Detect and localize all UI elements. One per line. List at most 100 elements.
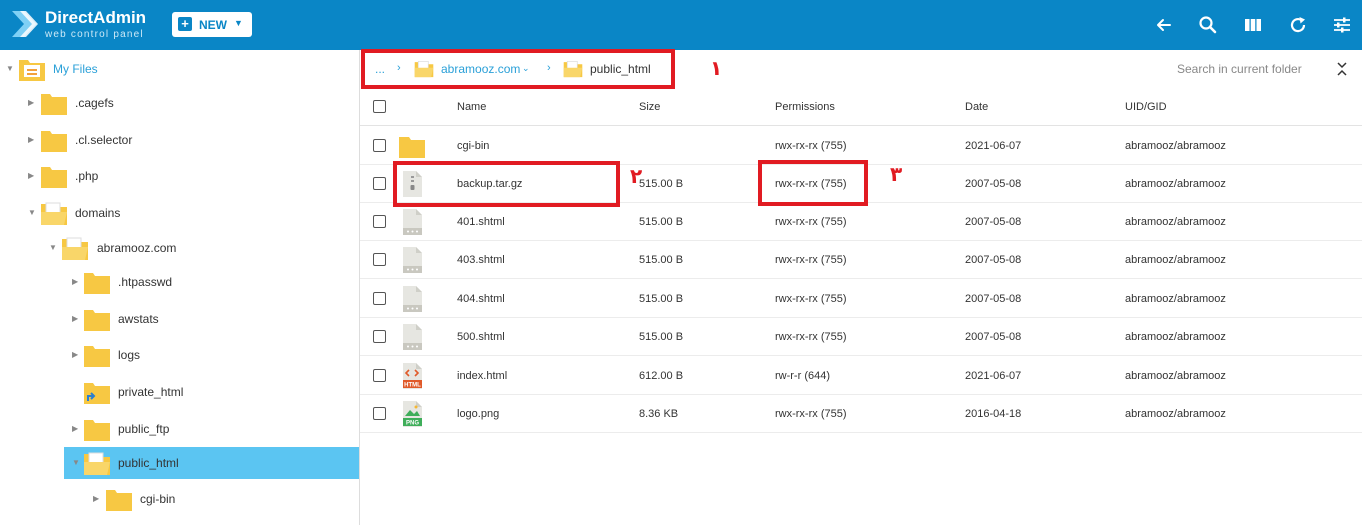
- tree-label: domains: [75, 206, 121, 220]
- annotation-number-3: ٣: [890, 164, 903, 186]
- row-checkbox[interactable]: [373, 177, 386, 190]
- open-folder-icon: [84, 452, 110, 475]
- column-header-date[interactable]: Date: [965, 101, 988, 113]
- file-permissions[interactable]: rwx-rx-rx (755): [775, 408, 847, 420]
- tree-item-php[interactable]: ▶ .php: [0, 159, 359, 193]
- file-permissions[interactable]: rwx-rx-rx (755): [775, 140, 847, 152]
- row-checkbox[interactable]: [373, 139, 386, 152]
- file-name: logo.png: [457, 408, 500, 420]
- row-checkbox[interactable]: [373, 292, 386, 305]
- file-owner: abramooz/abramooz: [1125, 293, 1226, 305]
- expanded-caret-icon[interactable]: ▼: [6, 64, 14, 73]
- search-icon[interactable]: [1197, 14, 1219, 36]
- row-checkbox[interactable]: [373, 369, 386, 382]
- tree-item-public-html[interactable]: ▼ public_html: [64, 447, 359, 479]
- table-row[interactable]: 403.shtml 515.00 B rwx-rx-rx (755) 2007-…: [360, 241, 1362, 279]
- column-header-uid-gid[interactable]: UID/GID: [1125, 101, 1167, 113]
- collapsed-caret-icon[interactable]: ▶: [72, 314, 78, 323]
- collapsed-caret-icon[interactable]: ▶: [93, 494, 99, 503]
- generic-file-icon: [403, 209, 422, 235]
- tree-item-public-ftp[interactable]: ▶ public_ftp: [0, 412, 359, 446]
- refresh-icon[interactable]: [1287, 14, 1309, 36]
- tree-label: private_html: [118, 385, 184, 399]
- generic-file-icon: [403, 286, 422, 312]
- back-arrow-icon[interactable]: [1153, 14, 1175, 36]
- search-input[interactable]: Search in current folder: [1177, 62, 1302, 76]
- file-owner: abramooz/abramooz: [1125, 331, 1226, 343]
- tree-item-cagefs[interactable]: ▶ .cagefs: [0, 86, 359, 120]
- row-checkbox[interactable]: [373, 330, 386, 343]
- generic-file-icon: [403, 247, 422, 273]
- file-name: index.html: [457, 370, 508, 382]
- open-folder-icon: [62, 237, 88, 260]
- row-checkbox[interactable]: [373, 215, 386, 228]
- file-permissions[interactable]: rwx-rx-rx (755): [775, 254, 847, 266]
- tree-item-htpasswd[interactable]: ▶ .htpasswd: [0, 265, 359, 299]
- file-name: 401.shtml: [457, 216, 505, 228]
- file-name: cgi-bin: [457, 140, 490, 152]
- collapsed-caret-icon[interactable]: ▶: [28, 98, 34, 107]
- file-size: 515.00 B: [639, 216, 684, 228]
- new-button[interactable]: + NEW ▼: [172, 12, 252, 37]
- expanded-caret-icon[interactable]: ▼: [72, 458, 80, 467]
- open-folder-icon: [41, 202, 67, 225]
- table-row[interactable]: PNG logo.png 8.36 KB rwx-rx-rx (755) 201…: [360, 395, 1362, 433]
- column-header-permissions[interactable]: Permissions: [775, 101, 835, 113]
- file-size: 515.00 B: [639, 331, 684, 343]
- file-permissions[interactable]: rw-r-r (644): [775, 370, 830, 382]
- table-row[interactable]: 404.shtml 515.00 B rwx-rx-rx (755) 2007-…: [360, 280, 1362, 318]
- settings-sliders-icon[interactable]: [1331, 14, 1353, 36]
- file-owner: abramooz/abramooz: [1125, 140, 1226, 152]
- file-date: 2007-05-08: [965, 178, 1022, 190]
- column-header-size[interactable]: Size: [639, 101, 660, 113]
- symlink-folder-icon: [84, 383, 110, 404]
- file-list-panel: ... › abramooz.com ⌄ › public_html Searc…: [360, 50, 1362, 525]
- tree-item-private-html[interactable]: private_html: [0, 375, 359, 409]
- collapsed-caret-icon[interactable]: ▶: [28, 171, 34, 180]
- file-permissions[interactable]: rwx-rx-rx (755): [775, 331, 847, 343]
- folder-tree: ▼ My Files ▶ .cagefs ▶ .cl.selector ▶ .p…: [0, 50, 360, 525]
- annotation-number-1: ١: [710, 58, 723, 80]
- file-date: 2021-06-07: [965, 370, 1022, 382]
- folder-icon: [41, 94, 67, 115]
- file-name: 500.shtml: [457, 331, 505, 343]
- collapsed-caret-icon[interactable]: ▶: [28, 135, 34, 144]
- tree-label: .php: [75, 169, 99, 183]
- row-checkbox[interactable]: [373, 407, 386, 420]
- column-header-name[interactable]: Name: [457, 101, 486, 113]
- home-folder-icon: [19, 60, 45, 81]
- file-size: 515.00 B: [639, 178, 684, 190]
- file-name: 403.shtml: [457, 254, 505, 266]
- file-date: 2021-06-07: [965, 140, 1022, 152]
- select-all-checkbox[interactable]: [373, 100, 386, 113]
- file-permissions[interactable]: rwx-rx-rx (755): [775, 216, 847, 228]
- tree-item-cl-selector[interactable]: ▶ .cl.selector: [0, 123, 359, 157]
- expanded-caret-icon[interactable]: ▼: [28, 208, 36, 217]
- tree-item-awstats[interactable]: ▶ awstats: [0, 302, 359, 336]
- tree-item-domains[interactable]: ▼ domains: [0, 196, 359, 230]
- tree-item-abramooz-com[interactable]: ▼ abramooz.com: [0, 231, 359, 265]
- tree-item-logs[interactable]: ▶ logs: [0, 338, 359, 372]
- tree-label: .cl.selector: [75, 133, 133, 147]
- file-owner: abramooz/abramooz: [1125, 408, 1226, 420]
- collapsed-caret-icon[interactable]: ▶: [72, 350, 78, 359]
- collapsed-caret-icon[interactable]: ▶: [72, 424, 78, 433]
- logo-mark-icon: [12, 11, 38, 37]
- file-permissions[interactable]: rwx-rx-rx (755): [775, 293, 847, 305]
- collapsed-caret-icon[interactable]: ▶: [72, 277, 78, 286]
- directadmin-logo[interactable]: DirectAdmin web control panel: [10, 7, 160, 43]
- file-name: 404.shtml: [457, 293, 505, 305]
- expanded-caret-icon[interactable]: ▼: [49, 243, 57, 252]
- tree-item-my-files[interactable]: ▼ My Files: [0, 52, 359, 86]
- png-file-icon: PNG: [403, 401, 422, 427]
- tree-item-cgi-bin[interactable]: ▶ cgi-bin: [0, 482, 359, 516]
- collapse-icon[interactable]: [1335, 60, 1349, 78]
- columns-icon[interactable]: [1242, 14, 1264, 36]
- annotation-number-2: ٢: [630, 166, 643, 188]
- table-row[interactable]: 500.shtml 515.00 B rwx-rx-rx (755) 2007-…: [360, 318, 1362, 356]
- table-row[interactable]: HTML index.html 612.00 B rw-r-r (644) 20…: [360, 357, 1362, 395]
- table-row[interactable]: 401.shtml 515.00 B rwx-rx-rx (755) 2007-…: [360, 203, 1362, 241]
- tree-label: My Files: [53, 62, 98, 76]
- row-checkbox[interactable]: [373, 253, 386, 266]
- file-owner: abramooz/abramooz: [1125, 216, 1226, 228]
